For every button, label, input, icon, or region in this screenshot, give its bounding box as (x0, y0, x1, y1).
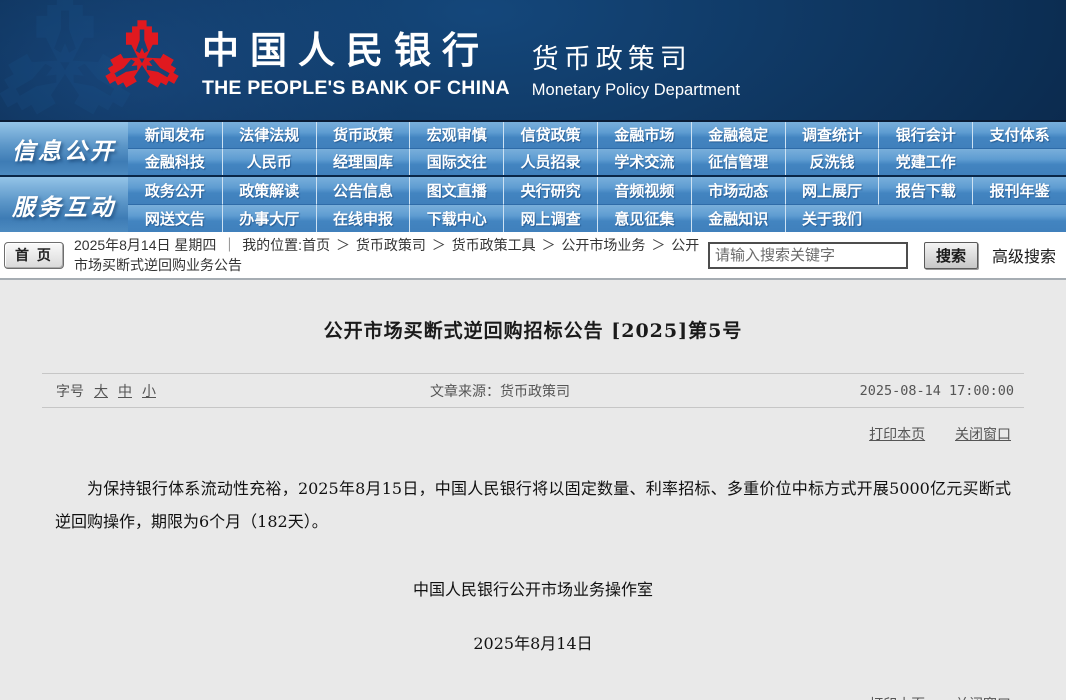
search-button[interactable]: 搜索 (923, 241, 978, 269)
font-size-controls: 字号 大 中 小 (42, 381, 156, 401)
nav-menu-grid: 新闻发布 法律法规 货币政策 宏观审慎 信贷政策 金融市场 金融稳定 调查统计 … (128, 122, 1066, 175)
nav-item-credit-policy[interactable]: 信贷政策 (503, 122, 597, 149)
nav-item-international-exchange[interactable]: 国际交往 (409, 148, 504, 175)
article-title: 公开市场买断式逆回购招标公告 [2025]第5号 (323, 320, 743, 342)
article-source: 文章来源：货币政策司 (430, 381, 570, 401)
breadcrumb-bar: 首 页 2025年8月14日 星期四 ｜ 我的位置:首页 ＞ 货币政策司 ＞ 货… (0, 232, 1066, 280)
font-size-label: 字号 (56, 382, 84, 399)
pipe-separator: ｜ (222, 237, 237, 253)
publish-datetime: 2025-08-14 17:00:00 (859, 382, 1014, 399)
nav-item-download-center[interactable]: 下载中心 (409, 204, 504, 232)
nav-item-online-exhibition[interactable]: 网上展厅 (784, 177, 879, 205)
breadcrumb-item-tools[interactable]: 货币政策工具 (452, 237, 536, 253)
nav-item-academic-exchange[interactable]: 学术交流 (597, 148, 691, 175)
nav-label-service-interaction[interactable]: 服务互动 (0, 177, 128, 232)
chevron-separator: ＞ (541, 237, 556, 253)
font-size-medium-link[interactable]: 中 (118, 381, 132, 401)
nav-item-payment-system[interactable]: 支付体系 (972, 122, 1066, 149)
close-window-link[interactable]: 关闭窗口 (955, 426, 1011, 442)
nav-section-info-disclosure: 信息公开 新闻发布 法律法规 货币政策 宏观审慎 信贷政策 金融市场 金融稳定 … (0, 122, 1066, 177)
nav-item-central-bank-research[interactable]: 央行研究 (503, 177, 597, 205)
print-page-link[interactable]: 打印本页 (869, 426, 925, 442)
chevron-separator: ＞ (651, 237, 666, 253)
breadcrumb: 2025年8月14日 星期四 ｜ 我的位置:首页 ＞ 货币政策司 ＞ 货币政策工… (74, 235, 706, 275)
nav-item-online-filing[interactable]: 在线申报 (315, 204, 410, 232)
nav-item-credit-reporting[interactable]: 征信管理 (690, 148, 785, 175)
breadcrumb-item-dept[interactable]: 货币政策司 (356, 237, 426, 253)
nav-item-macroprudential[interactable]: 宏观审慎 (409, 122, 504, 149)
nav-item-bank-accounting[interactable]: 银行会计 (878, 122, 973, 149)
article-body: 为保持银行体系流动性充裕，2025年8月15日，中国人民银行将以固定数量、利率招… (55, 479, 1011, 531)
article-sign-date: 2025年8月14日 (473, 634, 593, 653)
nav-item-report-download[interactable]: 报告下载 (878, 177, 973, 205)
nav-item-monetary-policy[interactable]: 货币政策 (315, 122, 410, 149)
article-actions-top: 打印本页 关闭窗口 (55, 424, 1011, 444)
nav-item-market-trends[interactable]: 市场动态 (690, 177, 785, 205)
nav-item-service-hall[interactable]: 办事大厅 (221, 204, 316, 232)
breadcrumb-item-open-market[interactable]: 公开市场业务 (561, 237, 645, 253)
article-actions-bottom: 打印本页 关闭窗口 (55, 694, 1011, 700)
nav-item-policy-interpretation[interactable]: 政策解读 (221, 177, 316, 205)
nav-item-party-building[interactable]: 党建工作 (878, 148, 973, 175)
nav-item-gov-affairs[interactable]: 政务公开 (128, 177, 222, 205)
nav-item-rmb[interactable]: 人民币 (221, 148, 316, 175)
search-input[interactable] (707, 241, 908, 269)
bank-title-block: 中国人民银行 THE PEOPLE'S BANK OF CHINA (202, 20, 510, 100)
page: 中国人民银行 THE PEOPLE'S BANK OF CHINA 货币政策司 … (0, 0, 1066, 700)
source-value: 货币政策司 (500, 382, 570, 399)
nav-item-fintech[interactable]: 金融科技 (128, 148, 222, 175)
pboc-logo-icon (100, 20, 184, 94)
department-name-en: Monetary Policy Department (531, 80, 740, 99)
nav-item-news[interactable]: 新闻发布 (128, 122, 222, 149)
print-page-link[interactable]: 打印本页 (869, 696, 925, 700)
nav-menu-grid: 政务公开 政策解读 公告信息 图文直播 央行研究 音频视频 市场动态 网上展厅 … (128, 177, 1066, 232)
nav-item-feedback-collection[interactable]: 意见征集 (597, 204, 691, 232)
home-button[interactable]: 首 页 (4, 241, 64, 269)
current-date: 2025年8月14日 星期四 (74, 237, 217, 253)
nav-item-announcements[interactable]: 公告信息 (315, 177, 410, 205)
nav-item-online-survey[interactable]: 网上调查 (503, 204, 597, 232)
font-size-small-link[interactable]: 小 (142, 381, 156, 401)
advanced-search-link[interactable]: 高级搜索 (992, 243, 1056, 267)
nav-item-periodicals-yearbook[interactable]: 报刊年鉴 (972, 177, 1066, 205)
nav-item-audio-video[interactable]: 音频视频 (597, 177, 691, 205)
department-title-block: 货币政策司 Monetary Policy Department (532, 37, 740, 100)
search-area: 搜索 高级搜索 (707, 241, 1056, 269)
font-size-large-link[interactable]: 大 (94, 381, 108, 401)
main-navigation: 信息公开 新闻发布 法律法规 货币政策 宏观审慎 信贷政策 金融市场 金融稳定 … (0, 120, 1066, 232)
nav-label-info-disclosure[interactable]: 信息公开 (0, 122, 128, 175)
nav-item-financial-stability[interactable]: 金融稳定 (690, 122, 785, 149)
site-banner: 中国人民银行 THE PEOPLE'S BANK OF CHINA 货币政策司 … (0, 0, 1066, 120)
chevron-separator: ＞ (335, 237, 350, 253)
chevron-separator: ＞ (431, 237, 446, 253)
nav-item-document-delivery[interactable]: 网送文告 (128, 204, 222, 232)
nav-item-financial-knowledge[interactable]: 金融知识 (690, 204, 785, 232)
nav-item-anti-money-laundering[interactable]: 反洗钱 (784, 148, 879, 175)
nav-section-service-interaction: 服务互动 政务公开 政策解读 公告信息 图文直播 央行研究 音频视频 市场动态 … (0, 177, 1066, 232)
bank-name-en: THE PEOPLE'S BANK OF CHINA (202, 77, 510, 99)
article-meta-row: 字号 大 中 小 文章来源：货币政策司 2025-08-14 17:00:00 (42, 373, 1024, 408)
nav-item-laws-regulations[interactable]: 法律法规 (221, 122, 316, 149)
nav-item-financial-markets[interactable]: 金融市场 (597, 122, 691, 149)
nav-item-empty (878, 204, 973, 232)
nav-item-live-broadcast[interactable]: 图文直播 (409, 177, 504, 205)
article-signature: 中国人民银行公开市场业务操作室 (412, 580, 653, 599)
department-name-cn: 货币政策司 (531, 43, 692, 74)
nav-item-survey-statistics[interactable]: 调查统计 (784, 122, 879, 149)
breadcrumb-location-home[interactable]: 我的位置:首页 (242, 237, 330, 253)
source-label: 文章来源： (430, 382, 500, 399)
nav-item-state-treasury[interactable]: 经理国库 (315, 148, 410, 175)
bank-name-cn: 中国人民银行 (202, 28, 490, 72)
close-window-link[interactable]: 关闭窗口 (955, 696, 1011, 700)
nav-item-empty (972, 148, 1066, 175)
article-content: 公开市场买断式逆回购招标公告 [2025]第5号 字号 大 中 小 文章来源：货… (0, 280, 1066, 700)
nav-item-about-us[interactable]: 关于我们 (784, 204, 879, 232)
nav-item-recruitment[interactable]: 人员招录 (503, 148, 597, 175)
nav-item-empty (972, 204, 1066, 232)
